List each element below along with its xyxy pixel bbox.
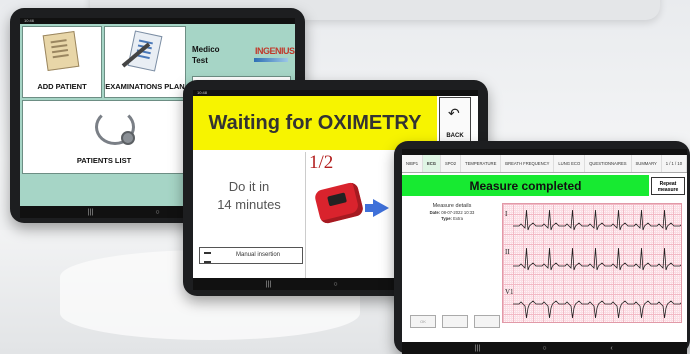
stethoscope-chestpiece <box>121 131 135 145</box>
date-label: Date: <box>429 210 441 215</box>
status-time: 10:46 <box>24 18 35 23</box>
tertiary-button[interactable] <box>474 315 500 328</box>
ecg-wave-lead-ii <box>513 247 681 271</box>
repeat-measure-label: Repeat measure <box>657 181 679 193</box>
repeat-measure-button[interactable]: Repeat measure <box>651 177 685 195</box>
ecg-wave-lead-i <box>513 209 681 231</box>
patients-list-label: PATIENTS LIST <box>76 156 132 165</box>
patient-record-icon <box>42 30 80 72</box>
brand-logo-underline <box>254 58 288 62</box>
type-label: Type: <box>441 216 452 221</box>
keypad-icon <box>204 252 211 263</box>
measure-tabs: NIBP1 ECG SPO2 TEMPERATURE BREATH FREQUENCY L… <box>402 155 687 173</box>
tab-summary[interactable]: SUMMARY <box>632 155 662 172</box>
type-row: Type: Extra <box>406 216 498 221</box>
back-arrow-icon: ↶ <box>448 105 460 121</box>
status-time: 10:48 <box>197 90 208 95</box>
examinations-plan-tile[interactable]: EXAMINATIONS PLAN <box>104 26 186 98</box>
clipboard-icon <box>127 30 163 72</box>
ecg-wave-lead-v1 <box>513 300 681 319</box>
recent-apps-icon[interactable]: ||| <box>472 345 484 352</box>
tab-breath-frequency[interactable]: BREATH FREQUENCY <box>501 155 555 172</box>
type-value: Extra <box>453 216 463 221</box>
tab-1-1-10[interactable]: 1 / 1 / 10 <box>662 155 687 172</box>
tab-ecg[interactable]: ECG <box>423 155 441 172</box>
detail-buttons: OK <box>410 315 500 328</box>
manual-insertion-label: Manual insertion <box>235 252 281 258</box>
tab-spo2[interactable]: SPO2 <box>441 155 462 172</box>
tab-temperature[interactable]: TEMPERATURE <box>461 155 502 172</box>
tablet-ecg: NIBP1 ECG SPO2 TEMPERATURE BREATH FREQUENCY L… <box>394 141 690 354</box>
brand-logo: INGENIUS <box>255 46 295 56</box>
tab-nibp1[interactable]: NIBP1 <box>402 155 424 172</box>
ecg-screen: NIBP1 ECG SPO2 TEMPERATURE BREATH FREQUENCY L… <box>402 149 687 354</box>
next-arrow-icon <box>373 199 389 217</box>
manual-insertion-button[interactable]: Manual insertion <box>199 247 303 264</box>
measure-details-panel: Measure details Date: 08-07-2022 10:33 T… <box>406 203 500 333</box>
add-patient-label: ADD PATIENT <box>37 82 87 91</box>
tab-questionnaires[interactable]: QUESTIONNAIRES <box>585 155 632 172</box>
ecg-trace: I II V1 <box>502 203 682 323</box>
recent-apps-icon[interactable]: ||| <box>85 209 97 216</box>
ecg-waveforms <box>513 209 681 319</box>
date-value: 08-07-2022 10:33 <box>441 210 475 215</box>
instruction-panel: Do it in 14 minutes Manual insertion <box>193 152 306 286</box>
completed-banner: Measure completed <box>402 175 649 196</box>
back-label: BACK <box>446 133 464 139</box>
examinations-plan-label: EXAMINATIONS PLAN <box>105 82 185 91</box>
doctor-name: Medico Test <box>192 45 220 65</box>
waiting-title: Waiting for OXIMETRY <box>208 111 422 134</box>
back-button[interactable]: ↶ BACK <box>439 97 471 147</box>
oximeter-display <box>327 192 348 207</box>
secondary-button[interactable] <box>442 315 468 328</box>
measure-completed-title: Measure completed <box>469 178 582 193</box>
home-icon[interactable]: ○ <box>152 209 164 216</box>
time-instruction: Do it in 14 minutes <box>217 179 281 212</box>
ok-button[interactable]: OK <box>410 315 436 328</box>
home-icon[interactable]: ○ <box>330 281 342 288</box>
date-row: Date: 08-07-2022 10:33 <box>406 210 498 215</box>
pulse-oximeter-icon <box>313 181 365 225</box>
android-nav-bar: ||| ○ ‹ <box>402 342 687 354</box>
status-bar: 10:46 <box>20 18 295 24</box>
step-counter: 1/2 <box>309 152 334 173</box>
details-title: Measure details <box>432 203 472 209</box>
back-nav-icon[interactable]: ‹ <box>606 345 618 352</box>
tab-lung-eco[interactable]: LUNG ECO <box>554 155 586 172</box>
home-icon[interactable]: ○ <box>539 345 551 352</box>
recent-apps-icon[interactable]: ||| <box>263 281 275 288</box>
add-patient-tile[interactable]: ADD PATIENT <box>22 26 102 98</box>
patients-list-tile[interactable]: PATIENTS LIST <box>22 100 186 174</box>
